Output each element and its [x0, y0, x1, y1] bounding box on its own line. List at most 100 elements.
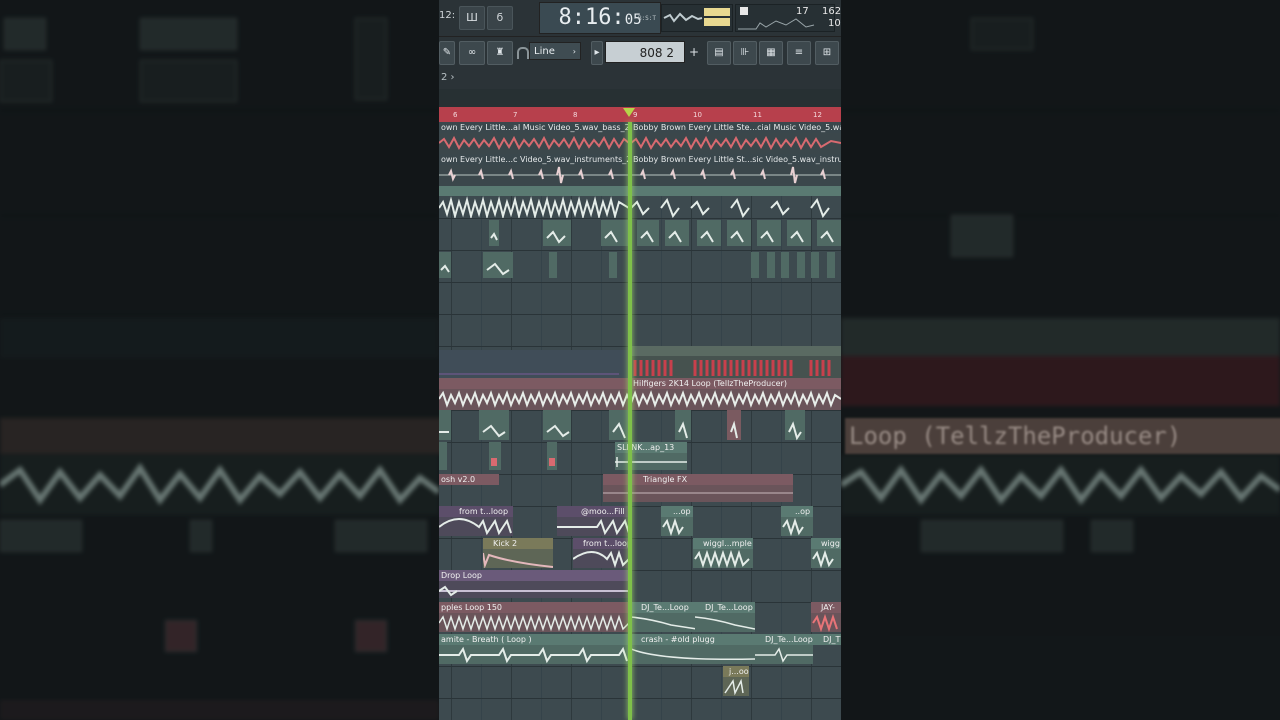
- add-pattern-button[interactable]: +: [689, 45, 699, 59]
- bar-number: 11: [753, 111, 762, 119]
- audio-clip[interactable]: own Every Little...c Video_5.wav_instrum…: [439, 154, 629, 186]
- audio-clip[interactable]: ..op: [781, 506, 813, 536]
- audio-clip[interactable]: crash - #old plugg: [631, 634, 755, 664]
- blurred-loop-label: Loop (TellzTheProducer): [845, 418, 1280, 454]
- clip-label: crash - #old plugg: [641, 635, 715, 644]
- clip-label: Hilfigers 2K14 Loop (TellzTheProducer): [633, 379, 787, 388]
- magnet-icon[interactable]: [517, 47, 529, 59]
- piano-roll-icon[interactable]: ⊪: [733, 41, 757, 65]
- audio-clip[interactable]: wigg: [811, 538, 841, 568]
- snap-value: Line: [534, 46, 555, 57]
- pattern-selector[interactable]: 808 2: [605, 41, 685, 63]
- ram-value: 162: [822, 6, 841, 17]
- channel-rack-icon[interactable]: ▦: [759, 41, 783, 65]
- chevron-right-icon: ›: [572, 47, 576, 56]
- clip-label: DJ_Te...Loop: [641, 603, 689, 612]
- audio-clip[interactable]: DJ_Te...Loop: [631, 602, 697, 632]
- audio-clip[interactable]: [439, 186, 629, 218]
- audio-clip[interactable]: from t...loop: [573, 538, 631, 568]
- pattern-prefix: 12:: [439, 10, 456, 21]
- audio-clip[interactable]: DJ_T: [813, 634, 841, 664]
- metronome-icon[interactable]: ϭ: [487, 6, 513, 30]
- audio-clip[interactable]: j...oo: [723, 666, 749, 696]
- audio-clip[interactable]: @moo...Fill: [557, 506, 631, 536]
- audio-clip[interactable]: pples Loop 150: [439, 602, 629, 632]
- blurred-background-left: [0, 0, 439, 720]
- playhead-line[interactable]: [628, 122, 632, 720]
- clip-label: @moo...Fill: [581, 507, 625, 516]
- audio-clip[interactable]: osh v2.0: [439, 474, 499, 502]
- clip-label: from t...loop: [459, 507, 509, 516]
- clip-label: osh v2.0: [439, 474, 499, 485]
- blurred-waveform-right: [841, 464, 1280, 506]
- audio-clip[interactable]: [631, 186, 841, 218]
- playhead-marker-icon[interactable]: [623, 108, 635, 117]
- timeline-ruler[interactable]: 6 7 8 9 10 11 12: [439, 107, 841, 122]
- audio-clip[interactable]: SLIINK...ap_13: [615, 442, 687, 470]
- snap-dropdown[interactable]: Line ›: [529, 42, 581, 60]
- playlist-toolbar: ✎ ∞ ♜ Line › ▸ 808 2 + ▤ ⊪ ▦ ≡ ⊞: [439, 37, 841, 67]
- clip-label: Drop Loop: [439, 570, 629, 581]
- clip-label: wiggl...mple: [703, 539, 752, 548]
- clip-label: j...oo: [729, 667, 749, 676]
- audio-clip[interactable]: Drop Loop: [439, 570, 629, 598]
- mixer-icon[interactable]: ≡: [787, 41, 811, 65]
- bar-number: 7: [513, 111, 518, 119]
- audio-clip[interactable]: DJ_Te...Loop: [755, 634, 813, 664]
- link-tool-icon[interactable]: ∞: [459, 41, 485, 65]
- playlist-icon[interactable]: ▤: [707, 41, 731, 65]
- paint-tool-icon[interactable]: ✎: [439, 41, 455, 65]
- stamp-tool-icon[interactable]: ♜: [487, 41, 513, 65]
- automation-lane[interactable]: [439, 350, 629, 380]
- audio-clip[interactable]: JAY-: [811, 602, 841, 632]
- bar-number: 10: [693, 111, 702, 119]
- clip-label: own Every Little...al Music Video_5.wav_…: [439, 122, 629, 133]
- bar-number: 8: [573, 111, 578, 119]
- audio-clip[interactable]: own Every Little...al Music Video_5.wav_…: [439, 122, 629, 154]
- clip-label: ..op: [795, 507, 811, 516]
- clip-label: DJ_T: [823, 635, 841, 644]
- audio-clip[interactable]: from t...loop: [439, 506, 513, 536]
- audio-clip[interactable]: DJ_Te...Loop: [695, 602, 755, 632]
- clip-label: JAY-: [821, 603, 835, 612]
- clip-label: wigg: [821, 539, 840, 548]
- browser-icon[interactable]: ⊞: [815, 41, 839, 65]
- audio-clip[interactable]: ...op: [661, 506, 693, 536]
- audio-clip[interactable]: Kick 2: [483, 538, 553, 568]
- clip-label: Triangle FX: [643, 475, 688, 484]
- meter-square-icon: [740, 7, 748, 15]
- clip-chops-row-hits[interactable]: [439, 410, 841, 442]
- typing-keyboard-icon[interactable]: Ш: [459, 6, 485, 30]
- clip-label: pples Loop 150: [439, 602, 629, 613]
- clip-label: Bobby Brown Every Little St...sic Video_…: [631, 154, 841, 165]
- clip-chops-row5[interactable]: [439, 250, 841, 282]
- bar-number: 12: [813, 111, 822, 119]
- audio-clip[interactable]: amite - Breath ( Loop ): [439, 634, 629, 664]
- clip-label: SLIINK...ap_13: [615, 442, 687, 453]
- play-arrow-icon[interactable]: ▸: [591, 41, 603, 65]
- audio-clip[interactable]: Hilfigers 2K14 Loop (TellzTheProducer): [439, 378, 841, 410]
- clip-label: Bobby Brown Every Little Ste...cial Musi…: [631, 122, 841, 133]
- clip-chops-row4[interactable]: [439, 218, 841, 250]
- audio-clip[interactable]: [737, 314, 755, 340]
- small-hit-clips[interactable]: [439, 442, 609, 472]
- audio-clip[interactable]: Bobby Brown Every Little Ste...cial Musi…: [631, 122, 841, 154]
- playlist-window: 12: Ш ϭ 8:16:05 B:S:T 17 162 10 ✎ ∞ ♜ Li…: [439, 0, 841, 720]
- clip-label: own Every Little...c Video_5.wav_instrum…: [439, 154, 629, 165]
- drum-loop-clips[interactable]: [631, 346, 841, 378]
- playlist-grid[interactable]: own Every Little...al Music Video_5.wav_…: [439, 122, 841, 720]
- clip-label: DJ_Te...Loop: [765, 635, 813, 644]
- clip-label: ...op: [673, 507, 691, 516]
- clip-label: amite - Breath ( Loop ): [439, 634, 629, 645]
- audio-clip[interactable]: Bobby Brown Every Little St...sic Video_…: [631, 154, 841, 186]
- cpu-memory-meter: 17 162 10: [735, 4, 841, 32]
- main-toolbar: 12: Ш ϭ 8:16:05 B:S:T 17 162 10: [439, 0, 841, 37]
- time-main: 8:16:: [558, 5, 625, 30]
- clip-label: Kick 2: [493, 539, 518, 548]
- oscilloscope-display: [661, 4, 733, 32]
- clip-label: DJ_Te...Loop: [705, 603, 753, 612]
- audio-clip[interactable]: wiggl...mple: [693, 538, 753, 568]
- song-time-display[interactable]: 8:16:05 B:S:T: [539, 2, 661, 34]
- bar-number: 6: [453, 111, 458, 119]
- time-format-label: B:S:T: [637, 15, 656, 22]
